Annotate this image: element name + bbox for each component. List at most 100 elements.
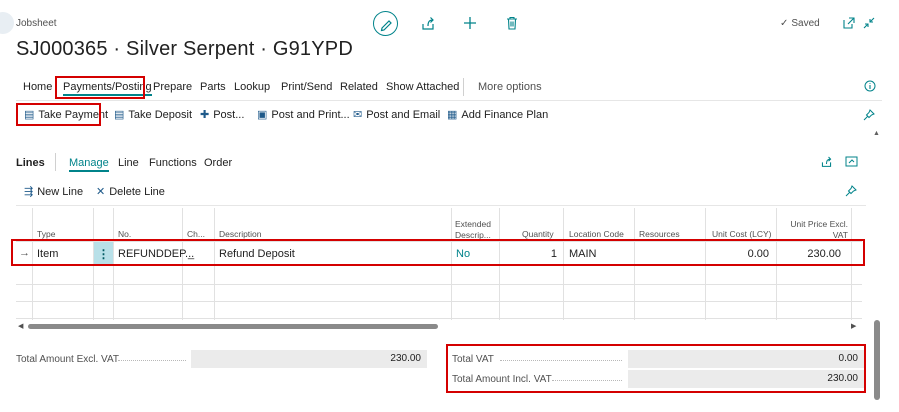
collapse-icon [863, 17, 875, 29]
grid-col-line [851, 208, 852, 320]
lines-tab-line[interactable]: Line [118, 157, 139, 169]
tabs-separator [16, 100, 882, 101]
col-header-extended[interactable]: Extended Descrip... [455, 219, 491, 241]
grid-col-line [563, 208, 564, 320]
lines-expand-button[interactable] [845, 155, 858, 171]
tab-payments-posting[interactable]: Payments/Posting [63, 81, 152, 96]
lines-title-divider [55, 153, 56, 171]
tab-print-send[interactable]: Print/Send [281, 81, 332, 93]
plus-icon [464, 17, 476, 29]
tab-divider [463, 78, 464, 96]
more-vertical-icon: ⋮ [97, 246, 110, 261]
checkmark-icon: ✓ [780, 18, 789, 29]
post-button[interactable]: ✚ Post... [200, 108, 244, 122]
col-header-type[interactable]: Type [37, 229, 55, 240]
tab-home[interactable]: Home [23, 81, 52, 93]
col-header-no[interactable]: No. [118, 229, 131, 240]
total-excl-vat-label: Total Amount Excl. VAT [16, 354, 120, 365]
tab-lookup[interactable]: Lookup [234, 81, 270, 93]
cell-quantity[interactable]: 1 [499, 248, 557, 260]
new-button[interactable] [462, 15, 478, 34]
add-finance-plan-label: Add Finance Plan [461, 108, 549, 121]
grid-col-line [32, 208, 33, 320]
post-and-email-button[interactable]: ✉ Post and Email [353, 108, 441, 122]
tab-prepare[interactable]: Prepare [153, 81, 192, 93]
page-scroll-up-icon[interactable]: ▲ [873, 130, 880, 137]
grid-row-line [16, 265, 862, 266]
lines-tab-order[interactable]: Order [204, 157, 232, 169]
collapse-button[interactable] [862, 16, 876, 33]
email-icon: ✉ [353, 109, 363, 121]
cell-ch[interactable]: _ [188, 248, 194, 260]
payment-icon: ▤ [24, 109, 35, 121]
cell-extended[interactable]: No [456, 248, 470, 260]
pin-actions-button[interactable] [863, 109, 875, 124]
share-button[interactable] [420, 15, 436, 34]
col-header-unit-price-line1: Unit Price Excl. [790, 219, 848, 229]
lines-tab-functions[interactable]: Functions [149, 157, 197, 169]
cell-no[interactable]: REFUNDDEP... [118, 248, 194, 260]
post-and-print-button[interactable]: ▣ Post and Print... [257, 108, 350, 122]
cell-unit-price[interactable]: 230.00 [776, 248, 841, 260]
add-finance-plan-button[interactable]: ▦ Add Finance Plan [447, 108, 549, 122]
tab-related[interactable]: Related [340, 81, 378, 93]
col-header-extended-line1: Extended [455, 219, 491, 229]
total-vat-label: Total VAT [452, 354, 494, 365]
total-excl-vat-value: 230.00 [191, 350, 427, 368]
pin-lines-button[interactable] [845, 185, 857, 200]
lines-share-button[interactable] [820, 155, 833, 171]
info-button[interactable] [864, 80, 876, 95]
lines-title: Lines [16, 157, 45, 169]
delete-button[interactable] [504, 15, 520, 34]
tab-parts[interactable]: Parts [200, 81, 226, 93]
pin-icon [845, 185, 857, 197]
grid-col-line [113, 208, 114, 320]
col-header-resources[interactable]: Resources [639, 229, 680, 240]
take-deposit-label: Take Deposit [128, 108, 192, 121]
new-line-icon: ⇶ [24, 186, 34, 198]
share-icon [821, 156, 832, 167]
col-header-quantity[interactable]: Quantity [522, 229, 554, 240]
take-payment-button[interactable]: ▤ Take Payment [24, 108, 108, 122]
tab-show-attached[interactable]: Show Attached [386, 81, 459, 93]
page-scrollbar-thumb[interactable] [874, 320, 880, 400]
col-header-ch[interactable]: Ch... [187, 229, 205, 240]
cell-unit-cost[interactable]: 0.00 [705, 248, 769, 260]
open-new-window-icon [843, 17, 855, 29]
row-actions-button[interactable]: ⋮ [94, 242, 113, 265]
tab-more-options[interactable]: More options [478, 81, 542, 93]
delete-line-icon: ✕ [96, 186, 106, 198]
cell-type[interactable]: Item [37, 248, 58, 260]
col-header-unit-price[interactable]: Unit Price Excl. VAT [782, 219, 848, 241]
delete-line-button[interactable]: ✕ Delete Line [96, 185, 165, 199]
cell-description[interactable]: Refund Deposit [219, 248, 295, 260]
scroll-right-icon[interactable]: ▶ [851, 322, 856, 330]
edit-button[interactable] [373, 11, 398, 36]
row-indicator-icon: → [19, 247, 30, 259]
delete-line-label: Delete Line [109, 185, 165, 198]
deposit-icon: ▤ [114, 109, 125, 121]
col-header-unit-price-line2: VAT [832, 230, 848, 240]
open-new-window-button[interactable] [842, 16, 856, 33]
post-and-print-label: Post and Print... [271, 108, 350, 121]
new-line-button[interactable]: ⇶ New Line [24, 185, 83, 199]
col-header-unit-cost[interactable]: Unit Cost (LCY) [712, 229, 772, 240]
col-header-extended-line2: Descrip... [455, 230, 491, 240]
grid-col-line [499, 208, 500, 320]
take-deposit-button[interactable]: ▤ Take Deposit [114, 108, 192, 122]
grid-col-line [634, 208, 635, 320]
cell-location-code[interactable]: MAIN [569, 248, 597, 260]
total-vat-value: 0.00 [628, 350, 864, 368]
page-title: SJ000365 · Silver Serpent · G91YPD [16, 38, 353, 60]
grid-col-line [214, 208, 215, 320]
total-vat-dots [500, 360, 622, 361]
grid-col-line [705, 208, 706, 320]
horizontal-scrollbar-thumb[interactable] [28, 324, 438, 329]
grid-row-line [16, 301, 862, 302]
post-and-email-label: Post and Email [366, 108, 441, 121]
scroll-left-icon[interactable]: ◀ [18, 322, 23, 330]
lines-toolbar-separator [16, 205, 866, 206]
col-header-location-code[interactable]: Location Code [569, 229, 624, 240]
col-header-description[interactable]: Description [219, 229, 262, 240]
lines-tab-manage[interactable]: Manage [69, 157, 109, 172]
